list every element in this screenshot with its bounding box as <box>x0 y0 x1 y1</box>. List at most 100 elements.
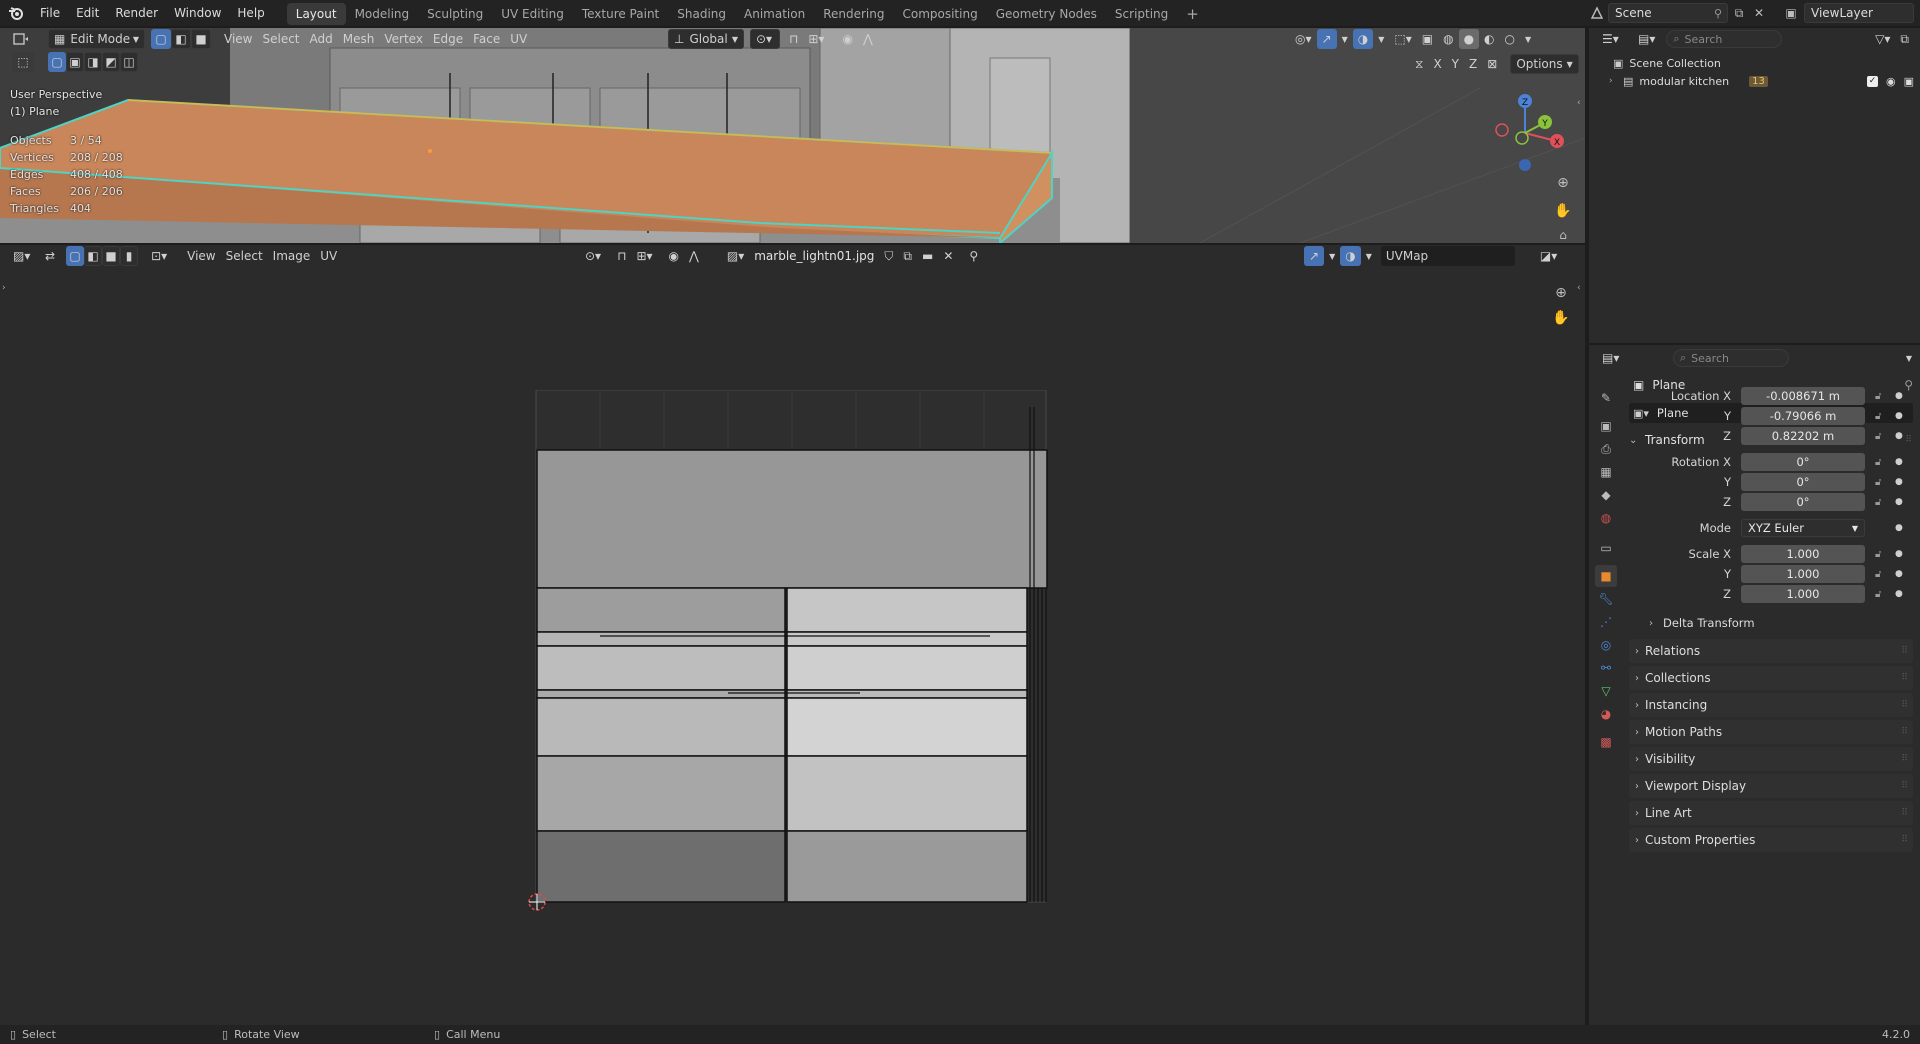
gizmo-dropdown-icon[interactable]: ▼ <box>1337 29 1353 49</box>
pivot-point-icon[interactable]: ⊙▾ <box>750 29 780 49</box>
select-subtract-icon[interactable]: ◨ <box>84 52 102 72</box>
unlink-image-icon[interactable]: ✕ <box>938 246 958 266</box>
keyframe-dot-icon[interactable]: ● <box>1895 497 1903 507</box>
keyframe-dot-icon[interactable]: ● <box>1895 431 1903 441</box>
options-dropdown[interactable]: Options ▼ <box>1510 54 1579 74</box>
uv-snap-icon[interactable]: ⊓ <box>612 246 631 266</box>
mirror-z-toggle[interactable]: Z <box>1464 54 1482 74</box>
uv-menu-uv[interactable]: UV <box>315 246 342 266</box>
properties-type-icon[interactable]: ▤▾ <box>1597 348 1629 368</box>
menu-window[interactable]: Window <box>166 0 229 26</box>
drag-handle-icon[interactable]: ⠿ <box>1901 754 1908 764</box>
drag-handle-icon[interactable]: ⠿ <box>1901 646 1908 656</box>
drag-handle-icon[interactable]: ⠿ <box>1901 673 1908 683</box>
select-extend-icon[interactable]: ▣ <box>66 52 84 72</box>
new-view-layer-icon[interactable]: ⧉ <box>1914 6 1920 21</box>
menu-add[interactable]: Add <box>305 29 338 49</box>
tab-sculpting[interactable]: Sculpting <box>418 3 492 25</box>
menu-vertex[interactable]: Vertex <box>379 29 428 49</box>
tab-compositing[interactable]: Compositing <box>893 3 986 25</box>
keyframe-dot-icon[interactable]: ● <box>1895 391 1903 401</box>
data-tab-icon[interactable]: ▽ <box>1595 680 1617 702</box>
pin-icon[interactable]: ⚲ <box>1714 7 1722 20</box>
lock-icon[interactable]: 🔓︎ <box>1875 411 1881 422</box>
editor-type-3d-icon[interactable] <box>8 29 42 49</box>
solid-shading-icon[interactable]: ● <box>1458 29 1480 49</box>
mirror-icon[interactable]: ⧖ <box>1410 54 1428 74</box>
properties-search-input[interactable]: ⌕ Search <box>1673 349 1789 367</box>
menu-mesh[interactable]: Mesh <box>338 29 380 49</box>
select-new-icon[interactable]: ▢ <box>48 52 66 72</box>
tab-layout[interactable]: Layout <box>286 3 346 25</box>
texture-tab-icon[interactable]: ▩ <box>1595 731 1617 753</box>
menu-help[interactable]: Help <box>229 0 272 26</box>
uv-gizmo-icon[interactable]: ↗ <box>1304 246 1325 266</box>
eye-icon[interactable]: ◉ <box>1886 75 1896 88</box>
uv-pivot-icon[interactable]: ⊙▾ <box>580 246 606 266</box>
lock-icon[interactable]: 🔓︎ <box>1875 569 1881 580</box>
uv-face-select-icon[interactable]: ■ <box>102 246 121 266</box>
scene-selector[interactable]: Scene ⚲ <box>1608 3 1728 23</box>
exclude-checkbox[interactable]: ✓ <box>1866 75 1878 87</box>
sticky-select-icon[interactable]: ⊡▾ <box>146 246 172 266</box>
uv-proportional-icon[interactable]: ◉ <box>664 246 684 266</box>
tab-rendering[interactable]: Rendering <box>814 3 893 25</box>
physics-tab-icon[interactable]: ◎ <box>1595 634 1617 656</box>
outliner-search-input[interactable]: ⌕ Search <box>1666 30 1783 48</box>
tab-uv-editing[interactable]: UV Editing <box>492 3 573 25</box>
falloff-icon[interactable]: ⋀ <box>858 29 878 49</box>
auto-merge-icon[interactable]: ⊠ <box>1482 54 1502 74</box>
menu-edge[interactable]: Edge <box>428 29 468 49</box>
display-mode-icon[interactable]: ▤▾ <box>1633 29 1660 49</box>
zoom-icon[interactable]: ⊕ <box>1552 172 1574 194</box>
menu-uv[interactable]: UV <box>505 29 532 49</box>
lock-icon[interactable]: 🔓︎ <box>1875 549 1881 560</box>
menu-face[interactable]: Face <box>468 29 505 49</box>
mesh-overlay-icon[interactable]: ⬚▾ <box>1389 29 1416 49</box>
sync-selection-icon[interactable]: ⇄ <box>40 246 60 266</box>
uv-overlays-icon[interactable]: ◑ <box>1340 246 1361 266</box>
outliner-item[interactable]: › ▤ modular kitchen 13 ✓ ◉ ▣ <box>1609 72 1914 90</box>
properties-options-icon[interactable]: ▼ <box>1901 348 1917 368</box>
keyframe-dot-icon[interactable]: ● <box>1895 569 1903 579</box>
edge-select-icon[interactable]: ◧ <box>171 29 191 49</box>
panel-custom-properties[interactable]: › Custom Properties ⠿ <box>1629 828 1913 852</box>
keyframe-dot-icon[interactable]: ● <box>1895 457 1903 467</box>
image-browse-icon[interactable]: ▨▾ <box>722 246 749 266</box>
expand-toolbar-icon[interactable]: › <box>2 283 6 293</box>
keyframe-dot-icon[interactable]: ● <box>1895 477 1903 487</box>
menu-view[interactable]: View <box>219 29 257 49</box>
drag-handle-icon[interactable]: ⠿ <box>1901 781 1908 791</box>
outliner-type-icon[interactable]: ☰▾ <box>1597 29 1629 49</box>
drag-handle-icon[interactable]: ⠿ <box>1901 835 1908 845</box>
panel-visibility[interactable]: › Visibility ⠿ <box>1629 747 1913 771</box>
camera-view-icon[interactable]: ⌂ <box>1552 226 1574 243</box>
panel-collections[interactable]: › Collections ⠿ <box>1629 666 1913 690</box>
editor-type-uv-icon[interactable]: ▨▾ <box>8 246 40 266</box>
delta-transform-header[interactable]: › Delta Transform <box>1649 613 1909 633</box>
fake-user-icon[interactable]: ⛉ <box>879 246 898 266</box>
constraints-tab-icon[interactable]: ⚯ <box>1595 657 1617 679</box>
keyframe-dot-icon[interactable]: ● <box>1895 549 1903 559</box>
remove-scene-icon[interactable]: ✕ <box>1750 6 1768 20</box>
shading-dropdown-icon[interactable]: ▼ <box>1520 29 1536 49</box>
mode-selector[interactable]: ▦ Edit Mode ▼ <box>48 29 145 49</box>
select-intersect-icon[interactable]: ◫ <box>120 52 138 72</box>
mirror-x-toggle[interactable]: X <box>1428 54 1446 74</box>
uv-edge-select-icon[interactable]: ◧ <box>84 246 103 266</box>
uv-zoom-icon[interactable]: ⊕ <box>1550 282 1572 304</box>
mirror-y-toggle[interactable]: Y <box>1447 54 1464 74</box>
panel-motion-paths[interactable]: › Motion Paths ⠿ <box>1629 720 1913 744</box>
scale-y-field[interactable]: 1.000 <box>1741 565 1865 583</box>
uvmap-selector[interactable]: UVMap <box>1380 246 1515 266</box>
drag-handle-icon[interactable]: ⠿ <box>1901 808 1908 818</box>
outliner-root[interactable]: ▣ Scene Collection <box>1613 54 1721 72</box>
menu-edit[interactable]: Edit <box>68 0 107 26</box>
view-layer-selector[interactable]: ViewLayer <box>1804 3 1914 23</box>
particles-tab-icon[interactable]: ⋰ <box>1595 611 1617 633</box>
keyframe-dot-icon[interactable]: ● <box>1895 589 1903 599</box>
new-collection-icon[interactable]: ⧉ <box>1895 29 1914 49</box>
menu-file[interactable]: File <box>32 0 68 26</box>
location-y-field[interactable]: -0.79066 m <box>1741 407 1865 425</box>
tab-texture-paint[interactable]: Texture Paint <box>573 3 668 25</box>
